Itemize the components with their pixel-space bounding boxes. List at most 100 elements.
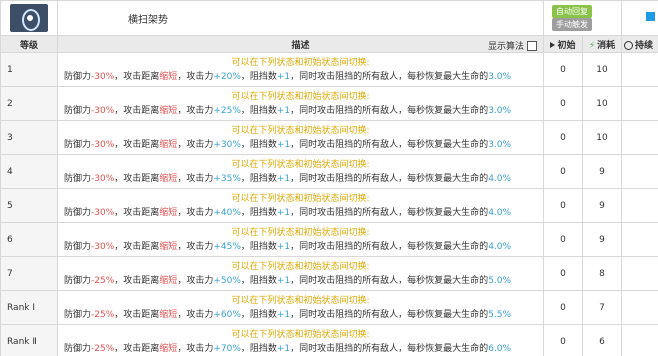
row-desc: 可以在下列状态和初始状态间切换: 防御力-30%，攻击距离缩短，攻击力+40%，阻… — [57, 188, 544, 223]
row-desc: 可以在下列状态和初始状态间切换: 防御力-30%，攻击距离缩短，攻击力+45%，阻… — [57, 222, 544, 257]
range-square-icon — [645, 12, 655, 21]
desc-line-2: 防御力-25%，攻击距离缩短，攻击力+50%，阻挡数+1，同时攻击阻挡的所有敌人… — [64, 274, 537, 288]
mid-text: ，同时攻击阻挡的所有敌人，每秒恢复最大生命的 — [290, 139, 489, 150]
range-value: 缩短 — [159, 173, 178, 184]
range-value: 缩短 — [159, 275, 178, 286]
range-value: 缩短 — [159, 139, 178, 150]
block-value: +1 — [276, 241, 291, 252]
range-label: ，攻击距离 — [114, 343, 160, 354]
row-duration — [621, 324, 658, 356]
def-label: 防御力 — [64, 241, 92, 252]
def-value: -25% — [91, 275, 115, 286]
atk-label: ，攻击力 — [177, 275, 214, 286]
def-label: 防御力 — [64, 173, 92, 184]
desc-line-1: 可以在下列状态和初始状态间切换: — [231, 227, 370, 238]
show-formula-checkbox[interactable] — [527, 40, 537, 51]
range-value: 缩短 — [159, 241, 178, 252]
mid-text: ，同时攻击阻挡的所有敌人，每秒恢复最大生命的 — [290, 71, 489, 82]
row-desc: 可以在下列状态和初始状态间切换: 防御力-25%，攻击距离缩短，攻击力+60%，阻… — [57, 290, 544, 325]
def-label: 防御力 — [64, 207, 92, 218]
skill-name: 横扫架势 — [128, 14, 168, 26]
desc-line-1: 可以在下列状态和初始状态间切换: — [231, 57, 370, 68]
skill-table-view: 横扫架势 自动回复手动触发 等级 描述 显示算法 初始 ⚡ 消耗 持续 1 可以在下… — [0, 0, 658, 356]
hp-value: 3.0% — [488, 71, 512, 82]
row-level: 7 — [0, 256, 58, 291]
row-init: 0 — [543, 154, 583, 189]
col-desc: 描述 显示算法 — [57, 35, 544, 53]
desc-line-2: 防御力-30%，攻击距离缩短，攻击力+45%，阻挡数+1，同时攻击阻挡的所有敌人… — [64, 240, 537, 254]
def-label: 防御力 — [64, 275, 92, 286]
atk-label: ，攻击力 — [177, 207, 214, 218]
desc-line-1: 可以在下列状态和初始状态间切换: — [231, 91, 370, 102]
row-cost: 7 — [582, 290, 622, 325]
block-value: +1 — [276, 343, 291, 354]
row-duration — [621, 154, 658, 189]
show-formula-toggle[interactable]: 显示算法 — [488, 39, 537, 52]
block-value: +1 — [276, 309, 291, 320]
block-label: ，阻挡数 — [240, 241, 277, 252]
def-label: 防御力 — [64, 343, 92, 354]
atk-value: +45% — [213, 241, 241, 252]
def-label: 防御力 — [64, 105, 92, 116]
block-label: ，阻挡数 — [240, 71, 277, 82]
row-cost: 6 — [582, 324, 622, 356]
skill-icon — [10, 4, 48, 32]
hp-value: 5.0% — [488, 275, 512, 286]
table-row: Rank Ⅰ 可以在下列状态和初始状态间切换: 防御力-25%，攻击距离缩短，攻击力… — [0, 290, 658, 325]
row-desc: 可以在下列状态和初始状态间切换: 防御力-30%，攻击距离缩短，攻击力+25%，阻… — [57, 86, 544, 121]
def-value: -30% — [91, 139, 115, 150]
row-desc: 可以在下列状态和初始状态间切换: 防御力-25%，攻击距离缩短，攻击力+70%，阻… — [57, 324, 544, 356]
range-label: ，攻击距离 — [114, 105, 160, 116]
row-level: 6 — [0, 222, 58, 257]
atk-value: +30% — [213, 139, 241, 150]
def-value: -25% — [91, 309, 115, 320]
def-label: 防御力 — [64, 309, 92, 320]
block-value: +1 — [276, 105, 291, 116]
hp-value: 3.0% — [488, 105, 512, 116]
row-desc: 可以在下列状态和初始状态间切换: 防御力-25%，攻击距离缩短，攻击力+50%，阻… — [57, 256, 544, 291]
atk-label: ，攻击力 — [177, 343, 214, 354]
desc-line-1: 可以在下列状态和初始状态间切换: — [231, 159, 370, 170]
range-cell — [621, 0, 658, 36]
desc-line-1: 可以在下列状态和初始状态间切换: — [231, 295, 370, 306]
hp-value: 6.0% — [488, 343, 512, 354]
row-level: 4 — [0, 154, 58, 189]
col-duration-label: 持续 — [635, 40, 654, 51]
range-label: ，攻击距离 — [114, 71, 160, 82]
range-label: ，攻击距离 — [114, 173, 160, 184]
range-value: 缩短 — [159, 207, 178, 218]
def-label: 防御力 — [64, 139, 92, 150]
desc-line-2: 防御力-30%，攻击距离缩短，攻击力+20%，阻挡数+1，同时攻击阻挡的所有敌人… — [64, 70, 537, 84]
col-init: 初始 — [543, 35, 583, 53]
row-init: 0 — [543, 52, 583, 87]
block-value: +1 — [276, 207, 291, 218]
def-value: -30% — [91, 71, 115, 82]
def-value: -30% — [91, 173, 115, 184]
block-label: ，阻挡数 — [240, 139, 277, 150]
row-duration — [621, 120, 658, 155]
block-label: ，阻挡数 — [240, 275, 277, 286]
hp-value: 5.5% — [488, 309, 512, 320]
block-label: ，阻挡数 — [240, 105, 277, 116]
range-value: 缩短 — [159, 343, 178, 354]
atk-label: ，攻击力 — [177, 173, 214, 184]
row-duration — [621, 222, 658, 257]
row-init: 0 — [543, 222, 583, 257]
atk-label: ，攻击力 — [177, 139, 214, 150]
col-level: 等级 — [0, 35, 58, 53]
row-init: 0 — [543, 86, 583, 121]
block-label: ，阻挡数 — [240, 207, 277, 218]
atk-label: ，攻击力 — [177, 241, 214, 252]
row-desc: 可以在下列状态和初始状态间切换: 防御力-30%，攻击距离缩短，攻击力+30%，阻… — [57, 120, 544, 155]
atk-label: ，攻击力 — [177, 105, 214, 116]
atk-label: ，攻击力 — [177, 309, 214, 320]
range-label: ，攻击距离 — [114, 241, 160, 252]
row-desc: 可以在下列状态和初始状态间切换: 防御力-30%，攻击距离缩短，攻击力+35%，阻… — [57, 154, 544, 189]
desc-line-2: 防御力-30%，攻击距离缩短，攻击力+25%，阻挡数+1，同时攻击阻挡的所有敌人… — [64, 104, 537, 118]
block-value: +1 — [276, 173, 291, 184]
atk-value: +20% — [213, 71, 241, 82]
skill-tags-cell: 自动回复手动触发 — [543, 0, 622, 36]
row-cost: 10 — [582, 86, 622, 121]
block-label: ，阻挡数 — [240, 309, 277, 320]
row-duration — [621, 188, 658, 223]
